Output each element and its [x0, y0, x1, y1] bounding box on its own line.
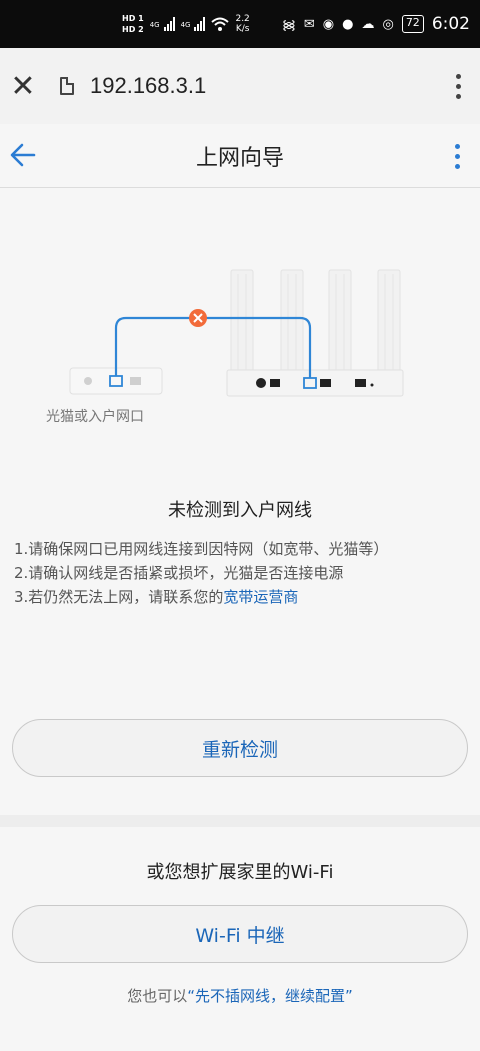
section-divider [0, 815, 480, 827]
close-icon[interactable]: ✕ [0, 69, 46, 104]
speed-value: 2.2 [235, 14, 250, 24]
url-text[interactable]: 192.168.3.1 [90, 73, 206, 99]
clock: 6:02 [431, 14, 470, 34]
app-notification-icon: ◉ [322, 16, 335, 32]
extend-wifi-title: 或您想扩展家里的Wi-Fi [146, 862, 334, 883]
tip-2: 2.请确认网线是否插紧或损坏，光猫是否连接电源 [14, 564, 344, 582]
browser-toolbar: ✕ 192.168.3.1 [0, 48, 480, 124]
tip-1: 1.请确保网口已用网线连接到因特网（如宽带、光猫等） [14, 540, 389, 558]
error-title: 未检测到入户网线 [168, 500, 312, 521]
back-arrow-icon[interactable] [8, 138, 38, 172]
eye-icon: ◎ [382, 16, 394, 32]
status-bar: HD 1 HD 2 4G 4G 2.2 K/s ᯼ ✉ ◉ ● ☁ ◎ 72 6… [0, 0, 480, 48]
hotspot-icon: ᯼ [281, 18, 296, 33]
sim-indicator: HD 1 HD 2 [122, 13, 144, 35]
continue-setup-link[interactable]: “先不插网线，继续配置” [187, 987, 353, 1005]
retry-detection-button[interactable]: 重新检测 [12, 719, 468, 777]
page-title: 上网向导 [195, 145, 284, 171]
mail-icon: ✉ [303, 16, 315, 32]
signal-icon [163, 17, 175, 31]
page-info-icon[interactable] [60, 77, 74, 95]
modem-label: 光猫或入户网口 [46, 409, 144, 425]
skip-note-prefix: 您也可以 [127, 987, 188, 1005]
wifi-icon [211, 17, 230, 31]
status-left: HD 1 HD 2 4G 4G 2.2 K/s [122, 13, 282, 35]
signal-icon [194, 17, 206, 31]
tip-3-text: 3.若仍然无法上网，请联系您的 [14, 588, 224, 606]
battery-indicator: 72 [401, 15, 424, 33]
page-header: 上网向导 [0, 124, 480, 188]
troubleshooting-tips: 1.请确保网口已用网线连接到因特网（如宽带、光猫等） 2.请确认网线是否插紧或损… [14, 537, 474, 609]
tip-3: 3.若仍然无法上网，请联系您的宽带运营商 [14, 585, 474, 609]
isp-link[interactable]: 宽带运营商 [223, 588, 298, 606]
status-right: ᯼ ✉ ◉ ● ☁ ◎ 72 6:02 [282, 14, 470, 34]
more-options-icon[interactable] [455, 144, 460, 169]
connection-illustration: 光猫或入户网口 [0, 240, 480, 440]
sim1-label: HD 1 [122, 14, 144, 23]
cloud-icon: ☁ [361, 16, 375, 32]
browser-menu-icon[interactable] [436, 73, 480, 99]
address-bar[interactable]: 192.168.3.1 [60, 73, 436, 99]
chat-icon: ● [342, 16, 354, 32]
network-speed: 2.2 K/s [235, 14, 249, 34]
speed-unit: K/s [235, 24, 250, 34]
sim2-label: HD 2 [122, 25, 144, 34]
skip-cable-note: 您也可以“先不插网线，继续配置” [0, 985, 480, 1006]
network-type-1: 4G [149, 21, 160, 29]
network-type-2: 4G [180, 21, 191, 29]
wifi-relay-button[interactable]: Wi-Fi 中继 [12, 905, 468, 963]
